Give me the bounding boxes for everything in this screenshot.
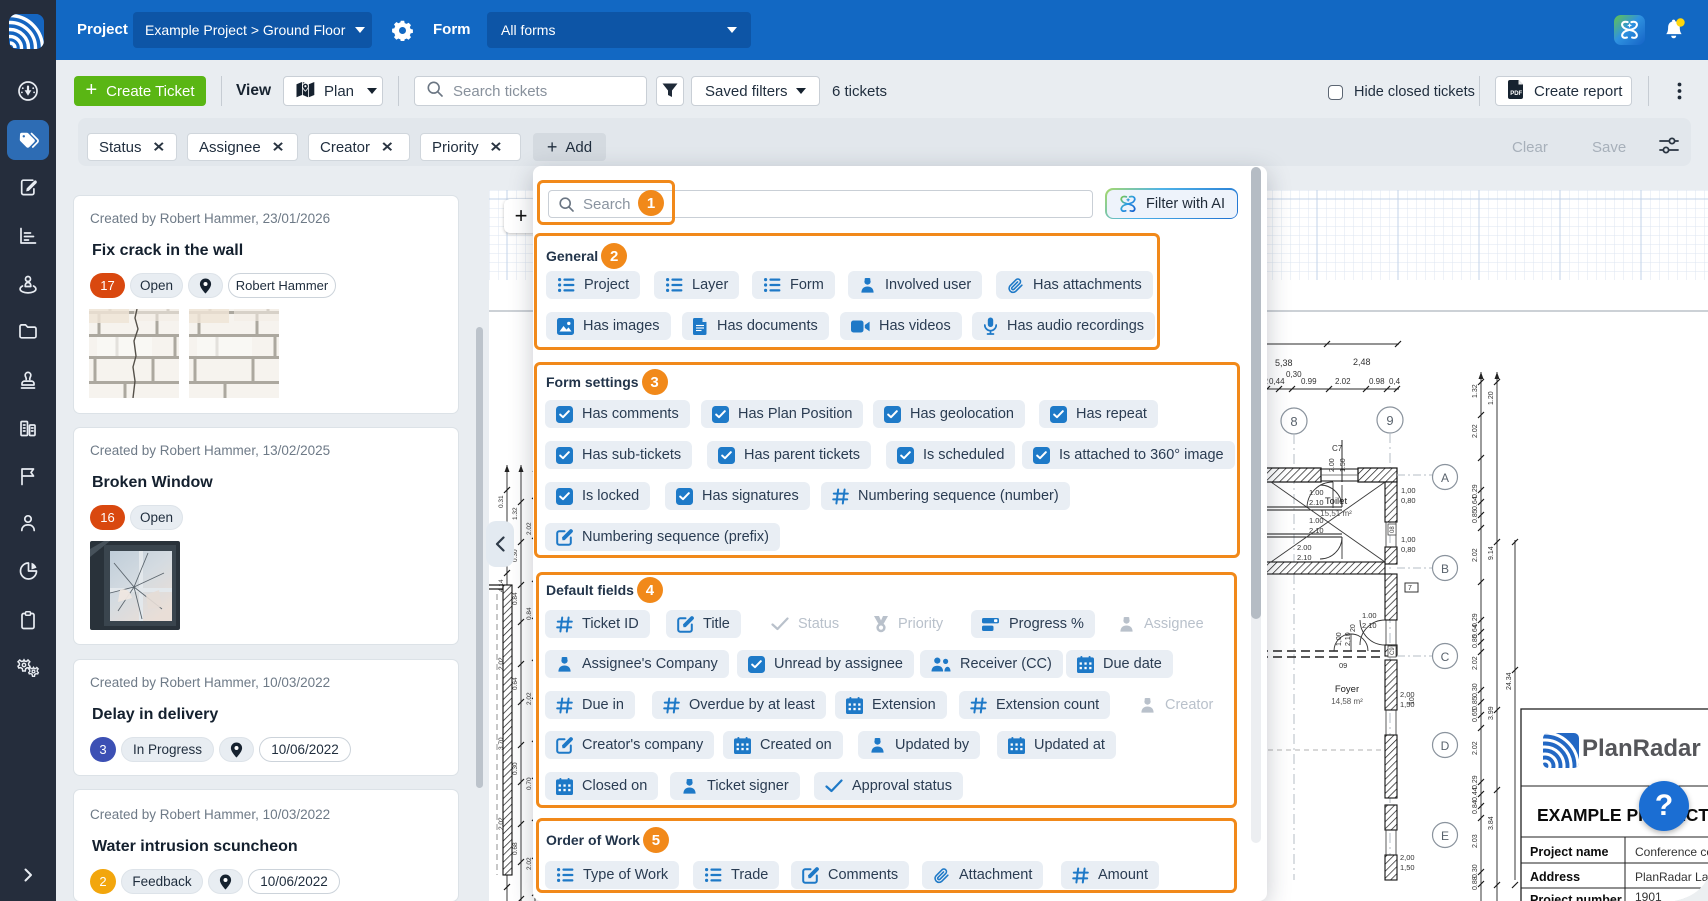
svg-text:9.14: 9.14 [1488, 546, 1495, 560]
svg-text:0,80: 0,80 [1401, 545, 1416, 554]
svg-text:C: C [1441, 650, 1450, 664]
svg-text:2,00: 2,00 [1400, 853, 1415, 862]
svg-text:1,00: 1,00 [1336, 632, 1343, 646]
svg-text:0.30: 0.30 [1472, 864, 1479, 878]
svg-text:9: 9 [1386, 413, 1393, 428]
svg-text:0.64: 0.64 [1472, 496, 1479, 510]
svg-text:1,50: 1,50 [1400, 863, 1415, 872]
svg-text:0.84: 0.84 [526, 607, 533, 620]
svg-text:0.29: 0.29 [1472, 775, 1479, 789]
svg-text:0.70: 0.70 [526, 777, 533, 790]
svg-text:D: D [1441, 739, 1450, 753]
svg-text:Address: Address [1530, 870, 1580, 884]
svg-text:2.00: 2.00 [1297, 543, 1312, 552]
svg-text:2.00: 2.00 [1329, 458, 1336, 472]
svg-text:2.02: 2.02 [1472, 656, 1479, 670]
svg-text:1.00: 1.00 [1362, 611, 1377, 620]
svg-text:1.00: 1.00 [1309, 488, 1324, 497]
svg-text:1.00: 1.00 [1309, 516, 1324, 525]
svg-text:C7: C7 [1332, 444, 1343, 453]
svg-text:0.84: 0.84 [512, 592, 519, 605]
svg-text:20: 20 [1350, 624, 1357, 632]
svg-text:7: 7 [1408, 585, 1412, 592]
svg-text:1.50: 1.50 [1340, 458, 1347, 472]
svg-text:0.84: 0.84 [1472, 800, 1479, 814]
svg-text:2.02: 2.02 [1472, 548, 1479, 562]
svg-text:14,58 m²: 14,58 m² [1331, 697, 1363, 706]
svg-text:2.10: 2.10 [1297, 553, 1312, 562]
svg-text:Foyer: Foyer [1335, 684, 1359, 695]
svg-text:1.32: 1.32 [512, 507, 519, 520]
svg-text:2.02: 2.02 [526, 692, 533, 705]
svg-text:C9: C9 [1390, 647, 1396, 655]
svg-text:Project number: Project number [1530, 893, 1622, 901]
svg-text:2,48: 2,48 [1353, 357, 1371, 367]
svg-text:08: 08 [1390, 526, 1396, 533]
svg-text:Project name: Project name [1530, 845, 1609, 859]
svg-text:0.85: 0.85 [1472, 634, 1479, 648]
svg-text:0.99: 0.99 [1301, 377, 1317, 386]
svg-text:0.65: 0.65 [1472, 708, 1479, 722]
svg-text:2.02: 2.02 [1472, 741, 1479, 755]
svg-text:0,30: 0,30 [1286, 370, 1302, 379]
svg-text:PDF: PDF [1510, 91, 1522, 97]
svg-text:09: 09 [1339, 661, 1347, 670]
svg-text:1.20: 1.20 [1488, 391, 1495, 405]
svg-text:3.99: 3.99 [1488, 706, 1495, 720]
svg-text:0.85: 0.85 [1472, 509, 1479, 523]
svg-text:5,38: 5,38 [1275, 358, 1293, 368]
svg-text:PlanRadar Lane 1: PlanRadar Lane 1 [1635, 870, 1708, 884]
svg-text:2.10: 2.10 [1362, 621, 1377, 630]
svg-text:PlanRadar: PlanRadar [1582, 735, 1701, 762]
svg-text:2.02: 2.02 [526, 522, 533, 535]
svg-text:1,00: 1,00 [1401, 535, 1416, 544]
svg-text:2.02: 2.02 [1472, 424, 1479, 438]
svg-text:0,4: 0,4 [1389, 377, 1401, 386]
svg-text:0,80: 0,80 [1401, 496, 1416, 505]
svg-text:2.02: 2.02 [1335, 377, 1351, 386]
svg-text:10: 10 [1409, 697, 1416, 705]
svg-text:0.68: 0.68 [512, 842, 519, 855]
svg-text:3.84: 3.84 [1488, 816, 1495, 830]
svg-text:1901: 1901 [1635, 890, 1662, 901]
svg-text:Conference centre: Conference centre [1635, 845, 1708, 859]
svg-text:0.30: 0.30 [1472, 683, 1479, 697]
svg-text:8: 8 [1290, 414, 1297, 429]
svg-text:1.32: 1.32 [1472, 384, 1479, 398]
svg-text:1,00: 1,00 [1401, 486, 1416, 495]
svg-text:B: B [1441, 562, 1449, 576]
svg-text:0.88: 0.88 [1472, 876, 1479, 890]
svg-text:A: A [1441, 471, 1449, 485]
svg-text:0.29: 0.29 [1472, 484, 1479, 498]
svg-text:24.34: 24.34 [1506, 672, 1513, 690]
svg-text:2.10: 2.10 [1309, 498, 1324, 507]
svg-text:2.03: 2.03 [1472, 834, 1479, 848]
svg-text:0.30: 0.30 [512, 762, 519, 775]
svg-text:E: E [1441, 829, 1449, 843]
svg-text:0,44: 0,44 [1269, 377, 1285, 386]
svg-text:Toilet: Toilet [1325, 496, 1348, 507]
svg-text:0.44: 0.44 [1472, 787, 1479, 801]
svg-text:0.98: 0.98 [1369, 377, 1385, 386]
svg-text:0.85: 0.85 [1472, 696, 1479, 710]
svg-text:15,51 m²: 15,51 m² [1320, 509, 1352, 518]
svg-text:0.64: 0.64 [512, 677, 519, 690]
svg-text:2.10: 2.10 [1309, 526, 1324, 535]
svg-text:2,10: 2,10 [1345, 632, 1352, 646]
svg-text:2.02: 2.02 [526, 857, 533, 870]
svg-text:0.31: 0.31 [498, 495, 505, 508]
